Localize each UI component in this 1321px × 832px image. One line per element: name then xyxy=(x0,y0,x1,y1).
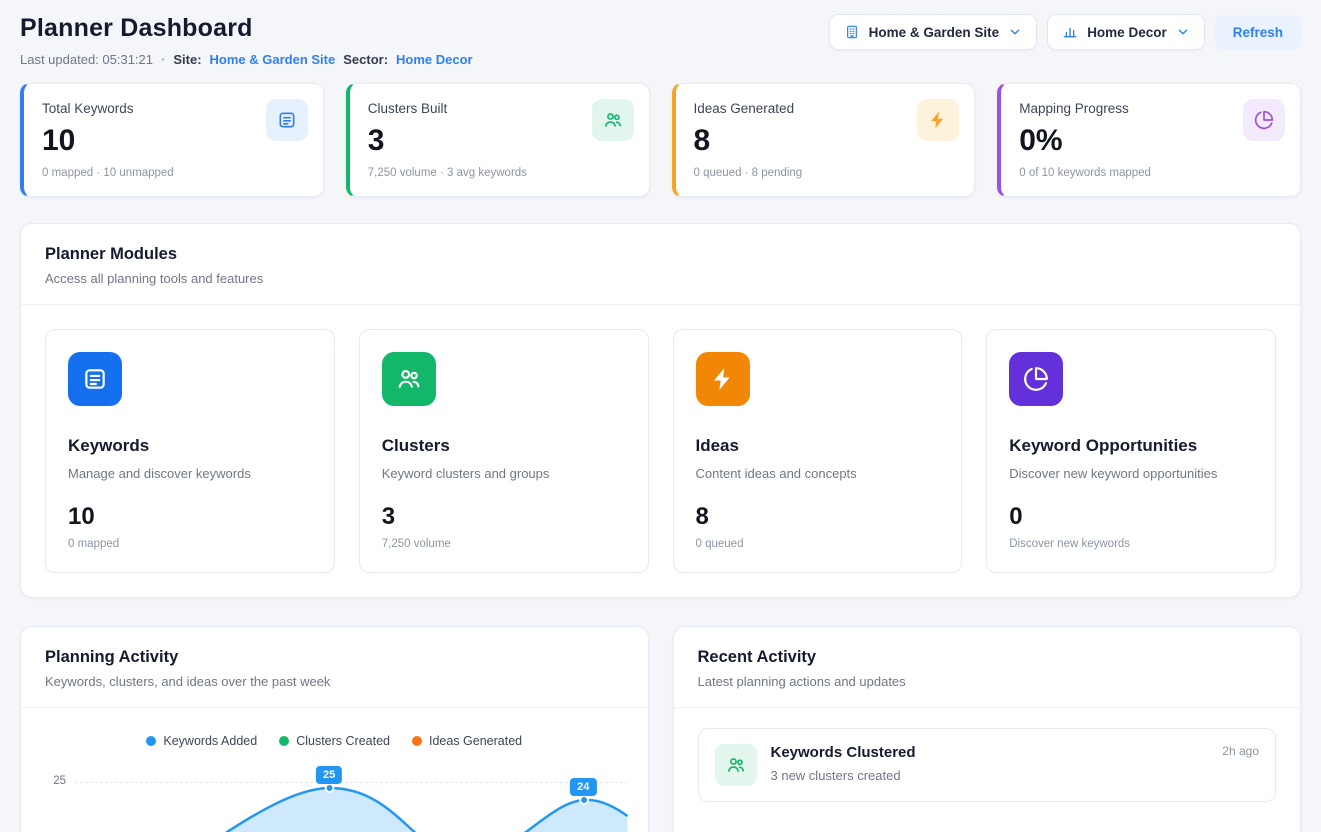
module-subtext: 0 queued xyxy=(696,538,940,550)
sector-link[interactable]: Home Decor xyxy=(396,52,473,67)
panel-title: Planning Activity xyxy=(45,648,624,667)
area-series-keywords-added xyxy=(75,762,628,832)
document-icon xyxy=(266,99,308,141)
module-title: Keyword Opportunities xyxy=(1009,436,1253,456)
legend-dot xyxy=(146,736,156,746)
legend-dot xyxy=(412,736,422,746)
sector-selector-label: Home Decor xyxy=(1087,25,1167,40)
legend-label: Ideas Generated xyxy=(429,734,522,748)
stat-card-clusters-built: Clusters Built 3 7,250 volume · 3 avg ke… xyxy=(346,83,650,197)
site-selector-label: Home & Garden Site xyxy=(869,25,1000,40)
legend-label: Keywords Added xyxy=(163,734,257,748)
module-card-keywords[interactable]: Keywords Manage and discover keywords 10… xyxy=(45,329,335,573)
legend-item-keywords-added: Keywords Added xyxy=(146,734,257,748)
legend-label: Clusters Created xyxy=(296,734,390,748)
document-icon xyxy=(68,352,122,406)
stat-subtext: 0 of 10 keywords mapped xyxy=(1019,167,1282,179)
sector-selector-dropdown[interactable]: Home Decor xyxy=(1047,14,1205,50)
header-left: Planner Dashboard Last updated: 05:31:21… xyxy=(20,14,473,67)
page-title: Planner Dashboard xyxy=(20,14,473,43)
stats-grid: Total Keywords 10 0 mapped · 10 unmapped… xyxy=(20,83,1301,197)
meta-separator: · xyxy=(161,52,165,67)
site-selector-dropdown[interactable]: Home & Garden Site xyxy=(829,14,1038,50)
module-subtext: Discover new keywords xyxy=(1009,538,1253,550)
module-card-keyword-opportunities[interactable]: Keyword Opportunities Discover new keywo… xyxy=(986,329,1276,573)
sector-label: Sector: xyxy=(343,52,388,67)
users-icon xyxy=(382,352,436,406)
activity-list-item: Keywords Clustered 3 new clusters create… xyxy=(698,728,1277,802)
planner-dashboard-page: Planner Dashboard Last updated: 05:31:21… xyxy=(0,0,1321,832)
recent-activity-header: Recent Activity Latest planning actions … xyxy=(674,627,1301,708)
stat-subtext: 0 mapped · 10 unmapped xyxy=(42,167,305,179)
lightning-icon xyxy=(696,352,750,406)
page-header: Planner Dashboard Last updated: 05:31:21… xyxy=(20,14,1301,67)
activity-title: Keywords Clustered xyxy=(771,744,1209,761)
module-value: 3 xyxy=(382,503,626,531)
header-meta-line: Last updated: 05:31:21 · Site: Home & Ga… xyxy=(20,52,473,67)
planning-activity-card: Planning Activity Keywords, clusters, an… xyxy=(20,626,649,832)
building-icon xyxy=(844,24,860,40)
panel-subtitle: Latest planning actions and updates xyxy=(698,674,1277,689)
planning-activity-header: Planning Activity Keywords, clusters, an… xyxy=(21,627,648,708)
pie-chart-icon xyxy=(1243,99,1285,141)
planning-activity-chart: 25 25 24 xyxy=(21,762,648,832)
users-icon xyxy=(715,744,757,786)
stat-subtext: 7,250 volume · 3 avg keywords xyxy=(368,167,631,179)
module-subtext: 7,250 volume xyxy=(382,538,626,550)
pie-chart-icon xyxy=(1009,352,1063,406)
planner-modules-panel: Planner Modules Access all planning tool… xyxy=(20,223,1301,598)
module-value: 8 xyxy=(696,503,940,531)
data-point-label: 24 xyxy=(570,778,596,796)
activity-description: 3 new clusters created xyxy=(771,768,1209,783)
module-value: 0 xyxy=(1009,503,1253,531)
bar-chart-icon xyxy=(1062,24,1078,40)
chevron-down-icon xyxy=(1008,25,1022,39)
last-updated-text: Last updated: 05:31:21 xyxy=(20,52,153,67)
chart-plot-area: 25 24 xyxy=(75,762,628,832)
module-value: 10 xyxy=(68,503,312,531)
panel-subtitle: Keywords, clusters, and ideas over the p… xyxy=(45,674,624,689)
bottom-section: Planning Activity Keywords, clusters, an… xyxy=(20,626,1301,832)
panel-subtitle: Access all planning tools and features xyxy=(45,271,1276,286)
activity-texts: Keywords Clustered 3 new clusters create… xyxy=(771,744,1209,783)
module-card-ideas[interactable]: Ideas Content ideas and concepts 8 0 que… xyxy=(673,329,963,573)
chevron-down-icon xyxy=(1176,25,1190,39)
modules-grid: Keywords Manage and discover keywords 10… xyxy=(21,305,1300,597)
module-title: Keywords xyxy=(68,436,312,456)
recent-activity-card: Recent Activity Latest planning actions … xyxy=(673,626,1302,832)
stat-subtext: 0 queued · 8 pending xyxy=(694,167,957,179)
module-title: Clusters xyxy=(382,436,626,456)
legend-item-clusters-created: Clusters Created xyxy=(279,734,390,748)
module-description: Keyword clusters and groups xyxy=(382,466,626,481)
legend-item-ideas-generated: Ideas Generated xyxy=(412,734,522,748)
planner-modules-header: Planner Modules Access all planning tool… xyxy=(21,224,1300,305)
lightning-icon xyxy=(917,99,959,141)
chart-legend: Keywords Added Clusters Created Ideas Ge… xyxy=(21,708,648,748)
module-subtext: 0 mapped xyxy=(68,538,312,550)
site-label: Site: xyxy=(173,52,201,67)
panel-title: Recent Activity xyxy=(698,648,1277,667)
site-link[interactable]: Home & Garden Site xyxy=(210,52,336,67)
module-description: Discover new keyword opportunities xyxy=(1009,466,1253,481)
panel-title: Planner Modules xyxy=(45,245,1276,264)
data-point-label: 25 xyxy=(316,766,342,784)
refresh-button[interactable]: Refresh xyxy=(1215,15,1301,50)
stat-card-ideas-generated: Ideas Generated 8 0 queued · 8 pending xyxy=(672,83,976,197)
y-axis-tick: 25 xyxy=(43,762,75,832)
module-card-clusters[interactable]: Clusters Keyword clusters and groups 3 7… xyxy=(359,329,649,573)
header-controls: Home & Garden Site Home Decor Refresh xyxy=(829,14,1301,50)
stat-card-total-keywords: Total Keywords 10 0 mapped · 10 unmapped xyxy=(20,83,324,197)
activity-timestamp: 2h ago xyxy=(1222,744,1259,758)
module-description: Manage and discover keywords xyxy=(68,466,312,481)
module-description: Content ideas and concepts xyxy=(696,466,940,481)
users-icon xyxy=(592,99,634,141)
module-title: Ideas xyxy=(696,436,940,456)
legend-dot xyxy=(279,736,289,746)
stat-card-mapping-progress: Mapping Progress 0% 0 of 10 keywords map… xyxy=(997,83,1301,197)
